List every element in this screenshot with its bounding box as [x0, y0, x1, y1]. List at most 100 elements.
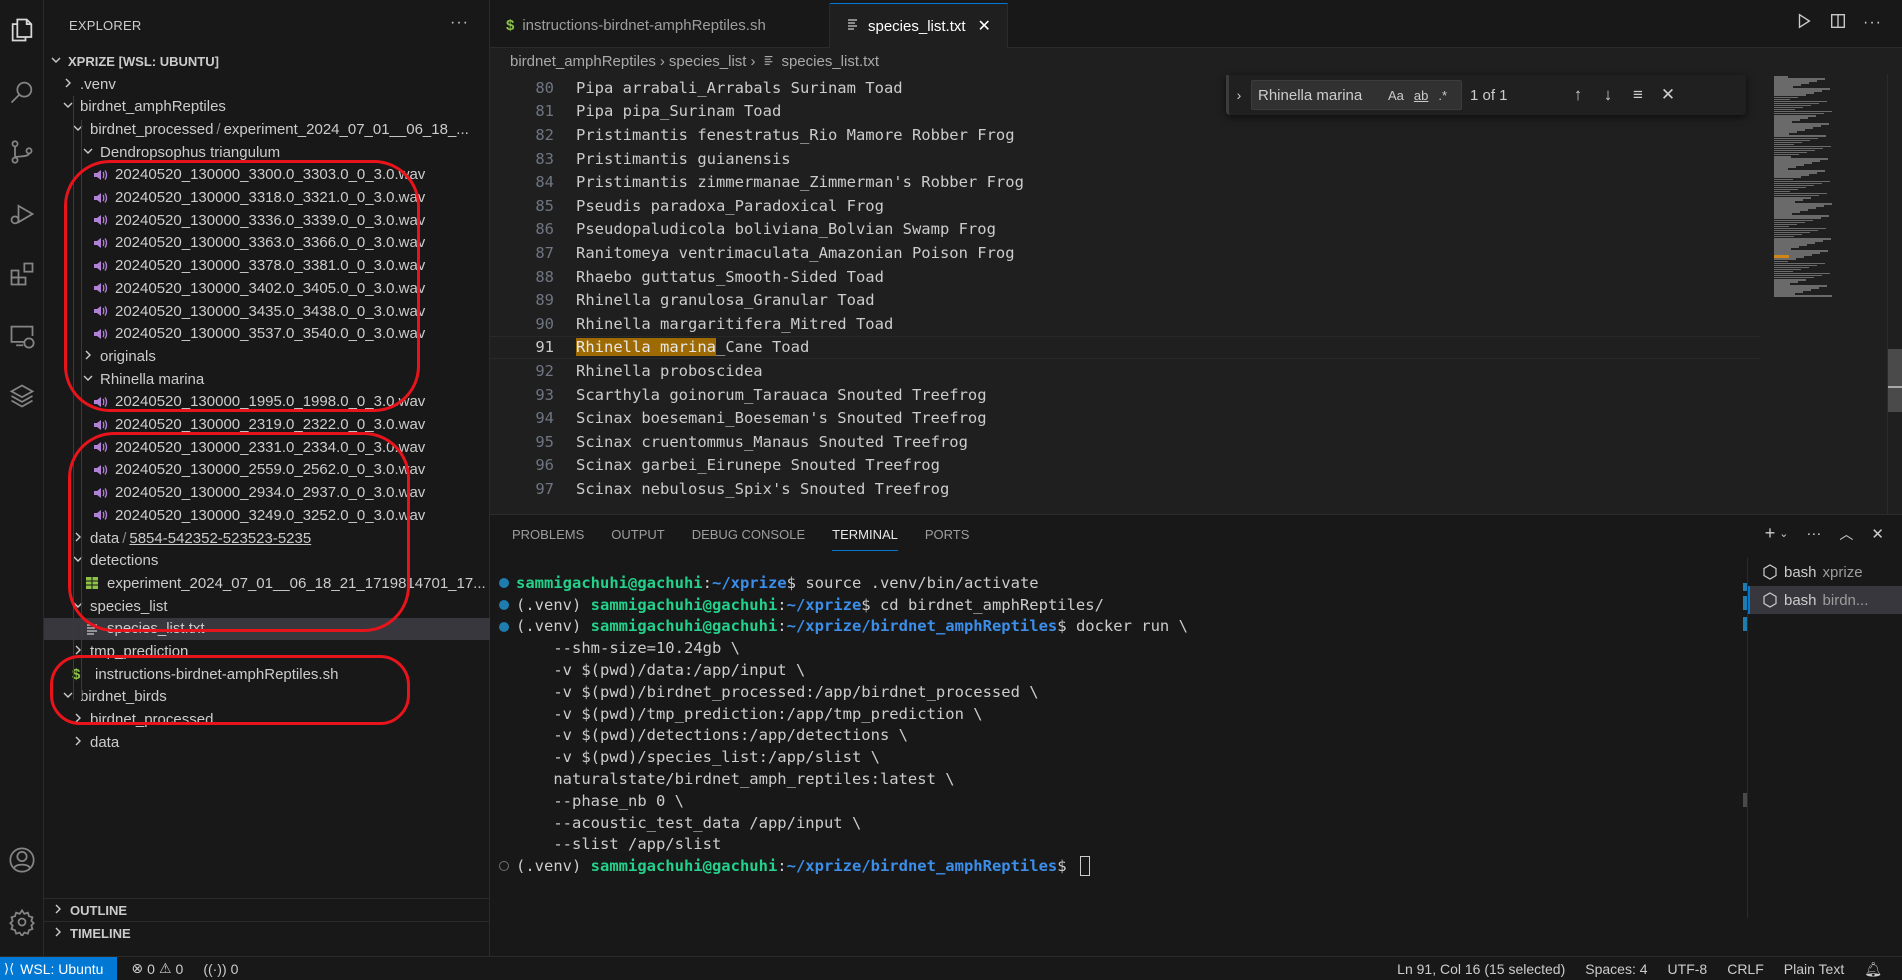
tree-file[interactable]: 20240520_130000_2319.0_2322.0_0_3.0.wav [44, 414, 490, 436]
tree-file[interactable]: 20240520_130000_1995.0_1998.0_0_3.0.wav [44, 391, 490, 413]
tree-file[interactable]: experiment_2024_07_01__06_18_21_17198147… [44, 572, 490, 594]
settings-gear-icon[interactable] [0, 898, 44, 946]
search-icon[interactable] [0, 68, 44, 116]
indentation[interactable]: Spaces: 4 [1585, 961, 1647, 977]
remote-explorer-icon[interactable] [0, 312, 44, 360]
extensions-icon[interactable] [0, 250, 44, 298]
section-timeline[interactable]: TIMELINE [44, 922, 490, 944]
close-find-icon[interactable]: ✕ [1656, 85, 1680, 105]
tree-file[interactable]: 20240520_130000_3402.0_3405.0_0_3.0.wav [44, 277, 490, 299]
code-line[interactable]: 82 Pristimantis fenestratus_Rio Mamore Ro… [490, 123, 1760, 147]
editor-scrollbar[interactable] [1887, 74, 1902, 514]
code-line[interactable]: 97 Scinax nebulosus_Spix's Snouted Treefr… [490, 477, 1760, 501]
code-line[interactable]: 96 Scinax garbei_Eirunepe Snouted Treefro… [490, 454, 1760, 478]
tab-species-list[interactable]: species_list.txt ✕ [830, 3, 1008, 48]
next-match-icon[interactable]: ↓ [1596, 85, 1620, 105]
breadcrumb-item[interactable]: species_list [669, 53, 747, 70]
code-line[interactable]: 86 Pseudopaludicola boliviana_Bolvian Swa… [490, 218, 1760, 242]
layers-icon[interactable] [0, 372, 44, 420]
tree-file[interactable]: 20240520_130000_3318.0_3321.0_0_3.0.wav [44, 187, 490, 209]
source-control-icon[interactable] [0, 128, 44, 176]
code-line[interactable]: 90 Rhinella margaritifera_Mitred Toad [490, 312, 1760, 336]
encoding[interactable]: UTF-8 [1668, 961, 1708, 977]
match-case-toggle[interactable]: Aa [1388, 88, 1404, 103]
close-panel-icon[interactable]: ✕ [1871, 525, 1884, 543]
tree-folder[interactable]: data/5854-542352-523523-5235 [44, 527, 490, 549]
problems-indicator[interactable]: ⊗ 0 ⚠ 0 [131, 960, 183, 977]
tree-file[interactable]: 20240520_130000_2559.0_2562.0_0_3.0.wav [44, 459, 490, 481]
panel-tab-output[interactable]: OUTPUT [611, 527, 664, 551]
code-line[interactable]: 89 Rhinella granulosa_Granular Toad [490, 288, 1760, 312]
explorer-more-actions[interactable]: ··· [450, 14, 469, 32]
code-line[interactable]: 83 Pristimantis guianensis [490, 147, 1760, 171]
code-line[interactable]: 88 Rhaebo guttatus_Smooth-Sided Toad [490, 265, 1760, 289]
scrollbar-thumb[interactable] [1888, 349, 1902, 412]
panel-more-actions[interactable]: ··· [1806, 525, 1821, 542]
whole-word-toggle[interactable]: ab [1414, 88, 1428, 103]
run-file-icon[interactable] [1795, 12, 1813, 33]
code-line[interactable]: 85 Pseudis paradoxa_Paradoxical Frog [490, 194, 1760, 218]
panel-tab-ports[interactable]: PORTS [925, 527, 970, 551]
panel-tab-debug-console[interactable]: DEBUG CONSOLE [692, 527, 805, 551]
language-mode[interactable]: Plain Text [1784, 961, 1844, 977]
terminal-instance[interactable]: bash xprize [1748, 558, 1902, 586]
regex-toggle[interactable]: .* [1438, 88, 1447, 103]
code-line[interactable]: 84 Pristimantis zimmermanae_Zimmerman's R… [490, 170, 1760, 194]
tree-folder[interactable]: species_list [44, 595, 490, 617]
tree-folder[interactable]: originals [44, 345, 490, 367]
tree-file[interactable]: 20240520_130000_2331.0_2334.0_0_3.0.wav [44, 436, 490, 458]
tree-file[interactable]: 20240520_130000_3249.0_3252.0_0_3.0.wav [44, 504, 490, 526]
tree-file[interactable]: species_list.txt [44, 617, 490, 640]
tree-folder[interactable]: birdnet_birds [44, 686, 490, 708]
notifications-bell-icon[interactable]: 🔔︎ [1864, 961, 1882, 978]
tree-file[interactable]: 20240520_130000_3378.0_3381.0_0_3.0.wav [44, 255, 490, 277]
tree-folder[interactable]: data [44, 731, 490, 753]
editor-more-actions[interactable]: ··· [1863, 14, 1882, 32]
tab-instructions-sh[interactable]: $ instructions-birdnet-amphReptiles.sh [490, 3, 830, 48]
code-line[interactable]: 93 Scarthyla goinorum_Tarauaca Snouted Tr… [490, 383, 1760, 407]
terminal-output[interactable]: sammigachuhi@gachuhi: ~/xprize $ source .v… [490, 572, 1745, 877]
tree-file[interactable]: 20240520_130000_3537.0_3540.0_0_3.0.wav [44, 323, 490, 345]
tree-folder[interactable]: tmp_prediction [44, 641, 490, 663]
text-editor[interactable]: 80 Pipa arrabali_Arrabals Surinam Toad 81 P… [490, 74, 1902, 514]
accounts-icon[interactable] [0, 836, 44, 884]
run-debug-icon[interactable] [0, 190, 44, 238]
previous-match-icon[interactable]: ↑ [1566, 85, 1590, 105]
tree-folder[interactable]: Dendropsophus triangulum [44, 141, 490, 163]
breadcrumb-item[interactable]: birdnet_amphReptiles [510, 53, 656, 70]
code-line[interactable]: 94 Scinax boesemani_Boeseman's Snouted Tr… [490, 406, 1760, 430]
find-in-selection-icon[interactable]: ≡ [1626, 85, 1650, 105]
tree-folder[interactable]: .venv [44, 73, 490, 95]
tree-folder[interactable]: Rhinella marina [44, 368, 490, 390]
command-decoration-icon[interactable] [499, 599, 509, 610]
command-decoration-icon[interactable] [499, 621, 509, 632]
command-decoration-icon[interactable] [499, 578, 509, 588]
breadcrumb-item[interactable]: species_list.txt [781, 53, 879, 70]
workspace-root[interactable]: XPRIZE [WSL: UBUNTU] [44, 50, 490, 72]
tree-folder[interactable]: detections [44, 550, 490, 572]
tree-folder[interactable]: birdnet_amphReptiles [44, 96, 490, 118]
ports-indicator[interactable]: ((·)) 0 [203, 961, 238, 977]
remote-indicator[interactable]: ⟩⟨ WSL: Ubuntu [0, 956, 118, 980]
minimap[interactable] [1774, 74, 1854, 314]
tree-file[interactable]: 20240520_130000_2934.0_2937.0_0_3.0.wav [44, 482, 490, 504]
explorer-icon[interactable] [0, 6, 44, 54]
maximize-panel-icon[interactable]: ︿ [1839, 524, 1853, 544]
find-input[interactable] [1258, 86, 1378, 104]
code-line[interactable]: 92 Rhinella proboscidea [490, 359, 1760, 383]
tree-folder[interactable]: birdnet_processed [44, 709, 490, 731]
section-outline[interactable]: OUTLINE [44, 899, 490, 921]
close-tab-icon[interactable]: ✕ [978, 16, 991, 36]
tree-file[interactable]: 20240520_130000_3336.0_3339.0_0_3.0.wav [44, 209, 490, 231]
terminal-instance[interactable]: bash birdn... [1748, 586, 1902, 614]
cursor-position[interactable]: Ln 91, Col 16 (15 selected) [1397, 961, 1565, 977]
panel-tab-terminal[interactable]: TERMINAL [832, 527, 898, 551]
panel-tab-problems[interactable]: PROBLEMS [512, 527, 584, 551]
tree-file[interactable]: 20240520_130000_3300.0_3303.0_0_3.0.wav [44, 164, 490, 186]
code-line[interactable]: 87 Ranitomeya ventrimaculata_Amazonian Po… [490, 241, 1760, 265]
tree-file[interactable]: 20240520_130000_3363.0_3366.0_0_3.0.wav [44, 232, 490, 254]
toggle-replace-icon[interactable]: › [1229, 87, 1249, 103]
tree-folder[interactable]: birdnet_processed / experiment_2024_07_01_… [44, 118, 490, 140]
tree-file[interactable]: 20240520_130000_3435.0_3438.0_0_3.0.wav [44, 300, 490, 322]
split-editor-icon[interactable] [1829, 12, 1847, 33]
